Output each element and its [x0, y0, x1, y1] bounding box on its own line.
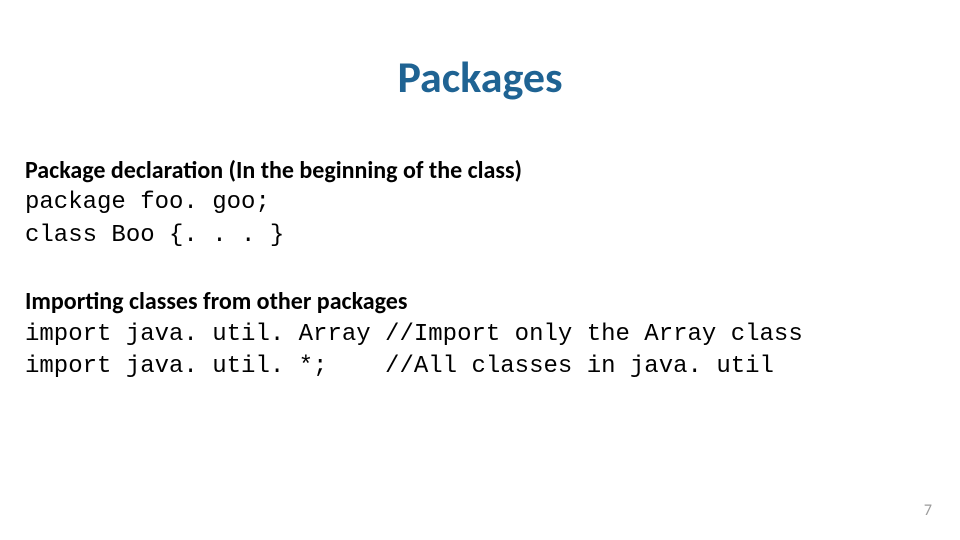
slide: Packages Package declaration (In the beg… — [0, 0, 960, 540]
section2-heading: Importing classes from other packages — [25, 286, 935, 318]
section2-code-line1: import java. util. Array //Import only t… — [25, 319, 935, 351]
page-number: 7 — [924, 501, 932, 520]
section1-code-line2: class Boo {. . . } — [25, 220, 935, 252]
slide-title: Packages — [0, 50, 960, 104]
spacer — [25, 252, 935, 286]
section2-code-line2: import java. util. *; //All classes in j… — [25, 351, 935, 383]
section1-heading: Package declaration (In the beginning of… — [25, 155, 935, 187]
slide-body: Package declaration (In the beginning of… — [25, 155, 935, 383]
section1-code-line1: package foo. goo; — [25, 187, 935, 219]
